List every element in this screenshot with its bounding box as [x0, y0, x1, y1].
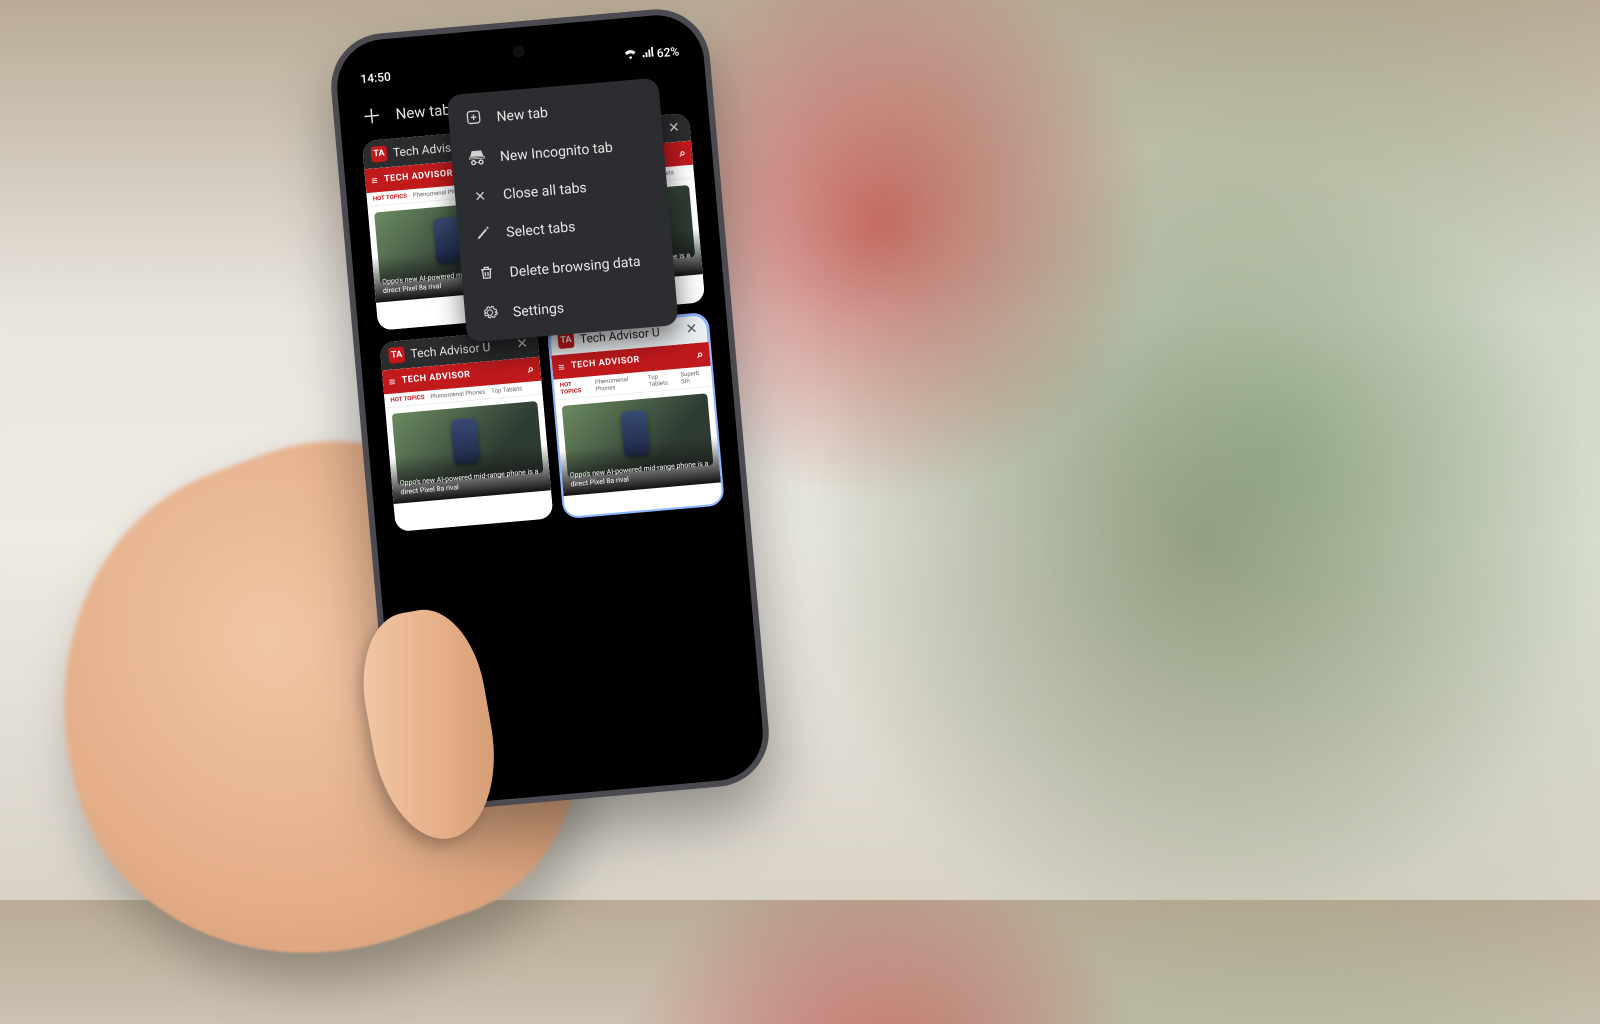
search-icon: ⌕ — [696, 347, 704, 362]
gear-icon — [480, 304, 500, 325]
favicon: TA — [388, 346, 405, 363]
tab-thumbnail: ≡TECH ADVISOR⌕ HOT TOPICSPhenomenal Phon… — [382, 357, 554, 532]
camera-notch — [512, 45, 525, 58]
signal-icon — [640, 46, 653, 62]
hamburger-icon: ≡ — [388, 375, 396, 389]
incognito-icon — [467, 148, 487, 169]
tab-card[interactable]: TA Tech Advisor U ✕ ≡TECH ADVISOR⌕ HOT T… — [549, 314, 723, 517]
close-tab-button[interactable]: ✕ — [683, 321, 700, 338]
status-time: 14:50 — [360, 69, 392, 86]
search-icon: ⌕ — [527, 362, 535, 377]
plus-box-icon — [464, 109, 484, 130]
hamburger-icon: ≡ — [371, 174, 379, 188]
menu-item-label: Delete browsing data — [509, 254, 641, 281]
hamburger-icon: ≡ — [558, 360, 566, 374]
menu-item-label: Select tabs — [506, 219, 576, 241]
overflow-menu: New tab New Incognito tab ✕ Close all ta… — [447, 78, 679, 343]
tab-title: Tech Advisor U — [410, 338, 509, 361]
pencil-icon — [474, 224, 494, 245]
close-tab-button[interactable]: ✕ — [666, 119, 683, 136]
new-tab-button[interactable]: New tab — [395, 101, 451, 124]
menu-item-label: New tab — [496, 105, 549, 125]
trash-icon — [477, 264, 497, 285]
favicon: TA — [370, 145, 387, 162]
menu-item-label: Settings — [512, 300, 564, 320]
menu-item-label: New Incognito tab — [499, 140, 613, 165]
menu-item-label: Close all tabs — [502, 180, 587, 203]
tab-thumbnail: ≡TECH ADVISOR⌕ HOT TOPICSPhenomenal Phon… — [551, 342, 723, 517]
plus-icon[interactable]: ＋ — [361, 106, 383, 128]
close-icon: ✕ — [471, 188, 490, 205]
wifi-icon — [622, 47, 637, 63]
tab-card[interactable]: TA Tech Advisor U ✕ ≡TECH ADVISOR⌕ HOT T… — [379, 329, 553, 532]
status-battery: 62% — [656, 44, 680, 60]
